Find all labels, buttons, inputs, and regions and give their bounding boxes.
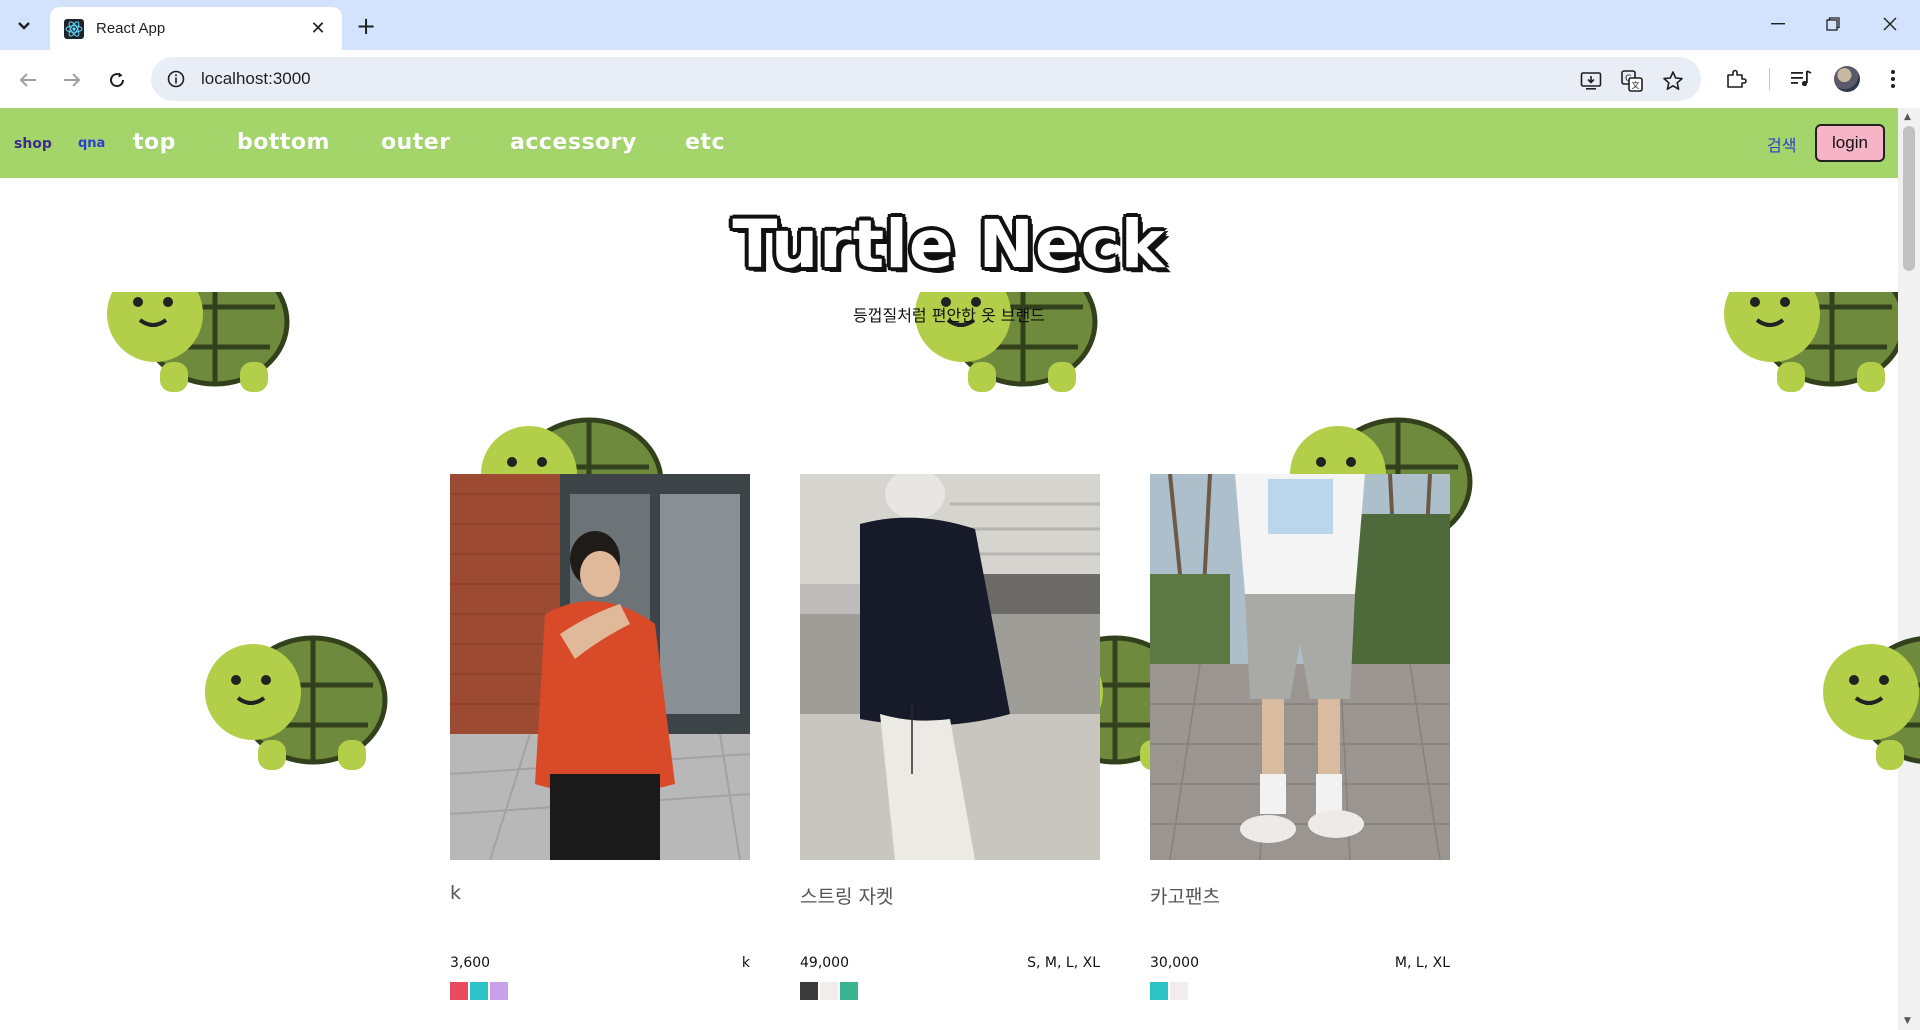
- color-swatch: [450, 982, 468, 1000]
- bookmark-star-icon[interactable]: [1659, 67, 1687, 95]
- color-swatches: [800, 982, 858, 1000]
- tab-close-icon[interactable]: ✕: [308, 18, 328, 39]
- color-swatch: [820, 982, 838, 1000]
- forward-arrow-icon[interactable]: [56, 64, 88, 96]
- color-swatches: [450, 982, 508, 1000]
- browser-toolbar: localhost:3000 G文: [0, 50, 1920, 108]
- page-scrollbar[interactable]: ▲ ▼: [1898, 108, 1920, 1030]
- extensions-puzzle-icon[interactable]: [1721, 64, 1751, 94]
- url-text: localhost:3000: [201, 69, 311, 88]
- product-card[interactable]: 스트링 자켓 49,000 S, M, L, XL: [800, 474, 1100, 1000]
- color-swatch: [1150, 982, 1168, 1000]
- browser-tab-strip: React App ✕ +: [0, 0, 1920, 50]
- product-image[interactable]: [450, 474, 750, 860]
- back-arrow-icon[interactable]: [12, 64, 44, 96]
- brand-subtitle: 등껍질처럼 편안한 옷 브랜드: [853, 306, 1045, 325]
- react-logo-icon: [64, 18, 84, 39]
- nav-link-etc[interactable]: etc: [685, 130, 725, 155]
- color-swatch: [1170, 982, 1188, 1000]
- color-swatch: [800, 982, 818, 1000]
- page-viewport: shop qna top bottom outer accessory etc …: [0, 108, 1920, 1030]
- product-name[interactable]: 카고팬츠: [1150, 882, 1220, 909]
- brand-title: Turtle Neck: [732, 206, 1166, 283]
- product-name[interactable]: 스트링 자켓: [800, 882, 893, 909]
- product-card[interactable]: 카고팬츠 30,000 M, L, XL: [1150, 474, 1450, 1000]
- product-sizes: S, M, L, XL: [1027, 955, 1100, 971]
- product-sizes: k: [741, 955, 750, 971]
- product-image[interactable]: [800, 474, 1100, 860]
- tab-search-chevron-icon[interactable]: [8, 10, 40, 42]
- product-sizes: M, L, XL: [1394, 955, 1450, 971]
- nav-link-search[interactable]: 검색: [1767, 132, 1796, 156]
- scroll-down-arrow-icon[interactable]: ▼: [1904, 1016, 1911, 1026]
- color-swatch: [470, 982, 488, 1000]
- nav-link-top[interactable]: top: [133, 130, 176, 155]
- scrollbar-thumb[interactable]: [1903, 126, 1915, 271]
- address-bar[interactable]: localhost:3000 G文: [151, 57, 1701, 101]
- minimize-icon[interactable]: [1756, 8, 1800, 40]
- color-swatch: [490, 982, 508, 1000]
- site-info-icon[interactable]: [165, 68, 187, 90]
- media-control-icon[interactable]: [1786, 64, 1816, 94]
- login-button[interactable]: login: [1815, 124, 1885, 162]
- scroll-up-arrow-icon[interactable]: ▲: [1904, 112, 1911, 122]
- color-swatch: [840, 982, 858, 1000]
- install-app-icon[interactable]: [1577, 67, 1605, 95]
- browser-tab[interactable]: React App ✕: [50, 7, 342, 50]
- site-nav-bar: shop qna top bottom outer accessory etc …: [0, 108, 1898, 178]
- product-card[interactable]: k 3,600 k: [450, 474, 750, 1000]
- nav-link-accessory[interactable]: accessory: [510, 130, 637, 155]
- turtle-icon: [1823, 636, 1920, 770]
- nav-link-outer[interactable]: outer: [381, 130, 451, 155]
- profile-avatar[interactable]: [1834, 66, 1860, 92]
- product-image[interactable]: [1150, 474, 1450, 860]
- translate-icon[interactable]: G文: [1618, 67, 1646, 95]
- product-price: 30,000: [1150, 955, 1199, 971]
- toolbar-divider: [1769, 68, 1770, 90]
- nav-link-bottom[interactable]: bottom: [237, 130, 330, 155]
- svg-text:文: 文: [1632, 80, 1640, 90]
- reload-icon[interactable]: [101, 64, 133, 96]
- more-menu-icon[interactable]: [1878, 64, 1908, 94]
- nav-link-shop[interactable]: shop: [14, 136, 52, 152]
- product-name[interactable]: k: [450, 882, 461, 904]
- tab-title: React App: [96, 20, 166, 37]
- close-window-icon[interactable]: [1868, 8, 1912, 40]
- turtle-icon: [205, 635, 388, 770]
- new-tab-plus-icon[interactable]: +: [352, 12, 380, 40]
- product-price: 49,000: [800, 955, 849, 971]
- product-price: 3,600: [450, 955, 491, 971]
- restore-icon[interactable]: [1811, 8, 1855, 40]
- nav-link-qna[interactable]: qna: [78, 136, 105, 151]
- color-swatches: [1150, 982, 1188, 1000]
